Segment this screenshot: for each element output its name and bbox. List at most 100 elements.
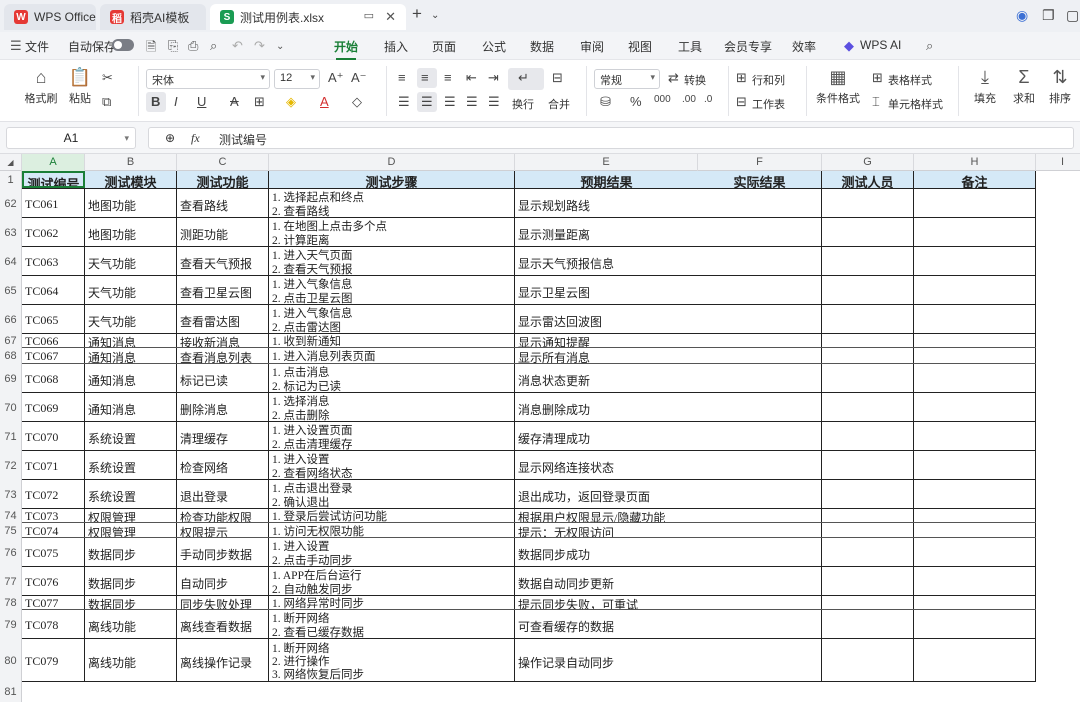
- font-name-select[interactable]: 宋体 ▾: [146, 69, 270, 89]
- cell-steps[interactable]: 1. 点击消息 2. 标记为已读: [269, 364, 515, 392]
- row-header[interactable]: 67: [0, 334, 22, 348]
- cell-steps[interactable]: 1. 在地图上点击多个点 2. 计算距离: [269, 218, 515, 246]
- cell-tester[interactable]: [822, 348, 914, 363]
- strikethrough-icon[interactable]: A: [230, 94, 239, 109]
- cell-actual[interactable]: [698, 189, 822, 217]
- worksheet-button[interactable]: 工作表: [752, 96, 785, 112]
- align-center-icon[interactable]: ☰: [421, 94, 433, 110]
- currency-icon[interactable]: ⛁: [600, 94, 611, 110]
- cell-steps[interactable]: 1. 选择起点和终点 2. 查看路线: [269, 189, 515, 217]
- row-header[interactable]: 77: [0, 567, 22, 596]
- header-cell-actual[interactable]: 实际结果: [698, 171, 822, 188]
- cell-func[interactable]: 退出登录: [177, 480, 269, 508]
- cell-expected[interactable]: 显示测量距离: [515, 218, 698, 246]
- cell-tester[interactable]: [822, 218, 914, 246]
- cell-expected[interactable]: 显示卫星云图: [515, 276, 698, 304]
- cell-steps[interactable]: 1. 收到新通知: [269, 334, 515, 347]
- monitor-icon[interactable]: ▭: [364, 9, 374, 22]
- fill-button[interactable]: ⤓ 填充: [966, 64, 1004, 106]
- cell-actual[interactable]: [698, 596, 822, 609]
- cell-module[interactable]: 系统设置: [85, 480, 177, 508]
- cell-id[interactable]: TC070: [22, 422, 85, 450]
- cell-remark[interactable]: [914, 639, 1036, 681]
- cell-actual[interactable]: [698, 393, 822, 421]
- cell-actual[interactable]: [698, 682, 822, 702]
- increase-font-icon[interactable]: A⁺: [328, 70, 344, 86]
- column-header-c[interactable]: C: [177, 154, 269, 171]
- decrease-font-icon[interactable]: A⁻: [351, 70, 367, 86]
- cell-module[interactable]: 通知消息: [85, 348, 177, 363]
- conditional-format-button[interactable]: ▦ 条件格式: [812, 64, 864, 106]
- cell-tester[interactable]: [822, 364, 914, 392]
- align-left-icon[interactable]: ☰: [398, 94, 410, 110]
- cell-id[interactable]: TC076: [22, 567, 85, 595]
- cell-actual[interactable]: [698, 218, 822, 246]
- cut-icon[interactable]: ✂: [102, 70, 113, 86]
- align-bottom-icon[interactable]: ≡: [444, 70, 452, 85]
- zoom-icon[interactable]: ⊕: [165, 131, 175, 145]
- paste-button[interactable]: 📋 粘贴: [63, 64, 97, 106]
- row-header[interactable]: 76: [0, 538, 22, 567]
- cell-id[interactable]: TC067: [22, 348, 85, 363]
- menu-tab-tools[interactable]: 工具: [678, 38, 702, 55]
- cell-module[interactable]: 通知消息: [85, 334, 177, 347]
- header-cell-expected[interactable]: 预期结果: [515, 171, 698, 188]
- cell-remark[interactable]: [914, 567, 1036, 595]
- cell-func[interactable]: 查看雷达图: [177, 305, 269, 333]
- hamburger-menu-icon[interactable]: ☰: [10, 38, 22, 54]
- row-header[interactable]: 68: [0, 348, 22, 364]
- cell-func[interactable]: 自动同步: [177, 567, 269, 595]
- cell-id[interactable]: TC069: [22, 393, 85, 421]
- cell-actual[interactable]: [698, 276, 822, 304]
- menu-tab-review[interactable]: 审阅: [580, 38, 604, 55]
- number-format-select[interactable]: 常规 ▾: [594, 69, 660, 89]
- cell-expected[interactable]: 显示雷达回波图: [515, 305, 698, 333]
- cell-expected[interactable]: 数据自动同步更新: [515, 567, 698, 595]
- indent-increase-icon[interactable]: ⇥: [488, 70, 499, 86]
- column-header-f[interactable]: F: [698, 154, 822, 171]
- cell-module[interactable]: 地图功能: [85, 218, 177, 246]
- cell-module[interactable]: 数据同步: [85, 596, 177, 609]
- cell-id[interactable]: TC073: [22, 509, 85, 522]
- chevron-down-icon[interactable]: ⌄: [431, 10, 439, 21]
- column-header-h[interactable]: H: [914, 154, 1036, 171]
- cell-style-icon[interactable]: ⌶: [872, 94, 880, 110]
- cell-func[interactable]: 检查功能权限: [177, 509, 269, 522]
- cell-steps[interactable]: 1. 进入消息列表页面: [269, 348, 515, 363]
- cell-tester[interactable]: [822, 247, 914, 275]
- column-header-b[interactable]: B: [85, 154, 177, 171]
- increase-decimal-icon[interactable]: .00: [682, 94, 696, 105]
- cell-func[interactable]: 测距功能: [177, 218, 269, 246]
- new-tab-button[interactable]: +: [412, 4, 422, 24]
- row-header[interactable]: 79: [0, 610, 22, 639]
- menu-tab-member[interactable]: 会员专享: [724, 38, 772, 55]
- cell-remark[interactable]: [914, 334, 1036, 347]
- cell-module[interactable]: 权限管理: [85, 509, 177, 522]
- cell-steps[interactable]: 1. 进入天气页面 2. 查看天气预报: [269, 247, 515, 275]
- fill-color-icon[interactable]: ◈: [286, 94, 296, 110]
- cell-id[interactable]: TC062: [22, 218, 85, 246]
- cell-id[interactable]: TC078: [22, 610, 85, 638]
- cell-remark[interactable]: [914, 422, 1036, 450]
- cell-actual[interactable]: [698, 480, 822, 508]
- cell-remark[interactable]: [914, 189, 1036, 217]
- cell-tester[interactable]: [822, 639, 914, 681]
- cell-module[interactable]: 天气功能: [85, 305, 177, 333]
- align-middle-icon[interactable]: ≡: [421, 70, 429, 85]
- cell-func[interactable]: 检查网络: [177, 451, 269, 479]
- cell-steps[interactable]: 1. 访问无权限功能: [269, 523, 515, 537]
- cell-tester[interactable]: [822, 393, 914, 421]
- row-header[interactable]: 81: [0, 682, 22, 702]
- wrap-text-icon[interactable]: ↵: [518, 70, 529, 86]
- cell-remark[interactable]: [914, 596, 1036, 609]
- cell-steps[interactable]: 1. 进入设置 2. 点击手动同步: [269, 538, 515, 566]
- convert-button[interactable]: 转换: [684, 72, 706, 88]
- cell-steps[interactable]: [269, 682, 515, 702]
- cell-tester[interactable]: [822, 538, 914, 566]
- cell-expected[interactable]: 显示规划路线: [515, 189, 698, 217]
- cell-steps[interactable]: 1. 进入气象信息 2. 点击雷达图: [269, 305, 515, 333]
- cell-module[interactable]: 离线功能: [85, 639, 177, 681]
- cell-id[interactable]: TC063: [22, 247, 85, 275]
- cell-actual[interactable]: [698, 451, 822, 479]
- cell-func[interactable]: 同步失败处理: [177, 596, 269, 609]
